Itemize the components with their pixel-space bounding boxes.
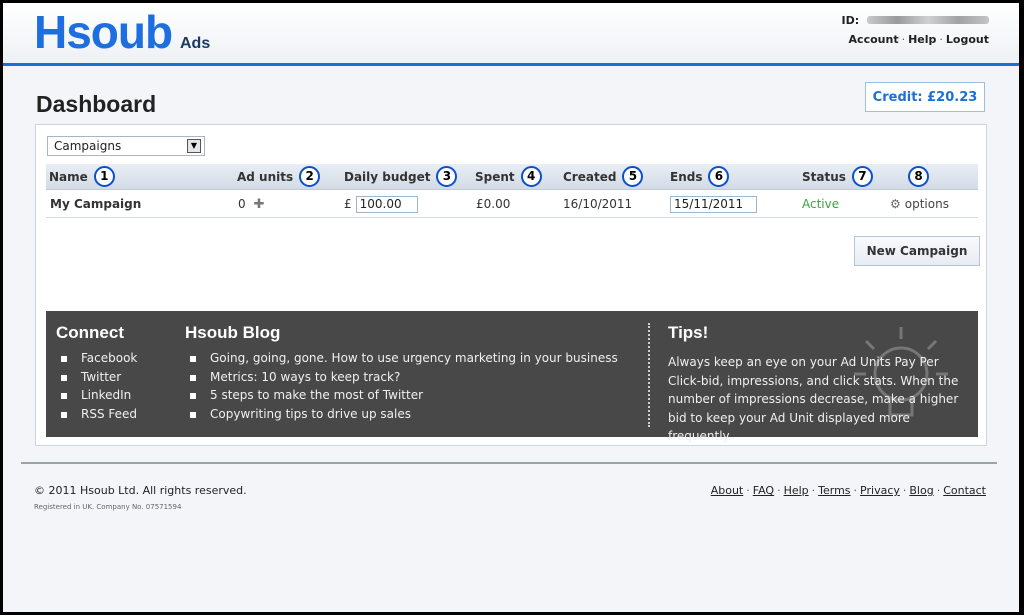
options-link[interactable]: ⚙ options (890, 191, 949, 217)
logo-main-text: Hsoub (34, 6, 173, 58)
logo-sub-text: Ads (180, 35, 211, 52)
page-frame: Hsoub Ads ID: Account · Help · Logout Dashbo… (3, 3, 1019, 612)
column-header-name[interactable]: Name 1 (49, 164, 115, 189)
footer-links: About · FAQ · Help · Terms · Privacy · Blog · Contac… (710, 484, 986, 497)
list-item: Facebook (56, 349, 137, 368)
callout-badge: 6 (708, 166, 730, 187)
info-panel: Connect Facebook Twitter LinkedIn RSS Fe… (46, 311, 978, 443)
gear-icon: ⚙ (890, 197, 901, 211)
callout-badge: 3 (436, 166, 458, 187)
table-header: Name 1 Ad units 2 Daily budget 3 Spent 4 Cre… (46, 164, 978, 190)
header: Hsoub Ads ID: Account · Help · Logout (3, 3, 1019, 66)
callout-badge: 1 (93, 166, 115, 187)
user-id-redacted (867, 16, 989, 24)
footer-link-about[interactable]: About (711, 484, 744, 497)
blog-post-link[interactable]: Copywriting tips to drive up sales (210, 407, 411, 421)
connect-list: Facebook Twitter LinkedIn RSS Feed (56, 349, 137, 423)
column-header-created[interactable]: Created 5 (563, 164, 644, 189)
ends-date-input[interactable] (670, 195, 757, 213)
column-header-ends[interactable]: Ends 6 (670, 164, 730, 189)
callout-badge: 7 (851, 166, 873, 187)
column-header-spent[interactable]: Spent 4 (475, 164, 542, 189)
table-row[interactable]: My Campaign 0 ✚ £ £0.00 16/10/2011 Activ… (46, 191, 978, 218)
list-item: Copywriting tips to drive up sales (185, 405, 618, 424)
ad-units-cell: 0 ✚ (238, 191, 265, 217)
ad-units-count: 0 (238, 197, 246, 211)
options-label: options (904, 197, 949, 211)
footer-link-blog[interactable]: Blog (909, 484, 933, 497)
main-panel: Campaigns ▼ Name 1 Ad units 2 Daily budget… (35, 124, 987, 446)
blog-post-link[interactable]: 5 steps to make the most of Twitter (210, 388, 423, 402)
spent-cell: £0.00 (476, 197, 511, 211)
callout-badge: 4 (520, 166, 542, 187)
list-item: LinkedIn (56, 386, 137, 405)
logout-link[interactable]: Logout (946, 33, 989, 46)
list-item: Twitter (56, 368, 137, 387)
campaign-select-value: Campaigns (54, 139, 122, 153)
footer-link-privacy[interactable]: Privacy (860, 484, 900, 497)
column-header-ad-units[interactable]: Ad units 2 (237, 164, 321, 189)
new-campaign-button[interactable]: New Campaign (854, 236, 980, 266)
tips-heading: Tips! (668, 323, 709, 342)
blog-post-link[interactable]: Metrics: 10 ways to keep track? (210, 370, 400, 384)
page-title: Dashboard (36, 91, 157, 117)
status-badge: Active (802, 197, 840, 211)
ends-cell (670, 191, 757, 217)
tips-text: Always keep an eye on your Ad Units Pay … (668, 355, 959, 443)
user-id-row: ID: (842, 13, 989, 27)
chevron-down-icon[interactable]: ▼ (187, 139, 201, 153)
blog-list: Going, going, gone. How to use urgency m… (185, 349, 618, 423)
daily-budget-input[interactable] (355, 195, 418, 213)
user-id-label: ID: (841, 13, 860, 27)
footer-link-terms[interactable]: Terms (818, 484, 850, 497)
credit-badge[interactable]: Credit: £20.23 (865, 82, 985, 112)
linkedin-link[interactable]: LinkedIn (81, 388, 131, 402)
list-item: RSS Feed (56, 405, 137, 424)
footer-divider (21, 462, 997, 464)
campaign-name[interactable]: My Campaign (50, 191, 141, 217)
footer-link-faq[interactable]: FAQ (753, 484, 774, 497)
footer-link-help[interactable]: Help (784, 484, 809, 497)
registration-text: Registered in UK. Company No. 07571594 (34, 503, 182, 511)
callout-badge: 2 (299, 166, 321, 187)
column-header-options: 8 (902, 164, 929, 189)
account-links: Account · Help · Logout (848, 32, 989, 46)
column-header-daily-budget[interactable]: Daily budget 3 (344, 164, 458, 189)
callout-badge: 8 (908, 166, 929, 187)
currency-symbol: £ (344, 197, 352, 211)
twitter-link[interactable]: Twitter (81, 370, 121, 384)
callout-badge: 5 (622, 166, 644, 187)
user-box: ID: Account · Help · Logout (842, 13, 989, 46)
rss-feed-link[interactable]: RSS Feed (81, 407, 137, 421)
column-header-status[interactable]: Status 7 (802, 164, 873, 189)
copyright-text: © 2011 Hsoub Ltd. All rights reserved. (34, 484, 247, 497)
blog-heading: Hsoub Blog (185, 323, 281, 342)
list-item: 5 steps to make the most of Twitter (185, 386, 618, 405)
list-item: Metrics: 10 ways to keep track? (185, 368, 618, 387)
footer-link-contact[interactable]: Contact (943, 484, 986, 497)
account-link[interactable]: Account (849, 33, 899, 46)
add-ad-unit-icon[interactable]: ✚ (254, 197, 265, 212)
blog-post-link[interactable]: Going, going, gone. How to use urgency m… (210, 351, 618, 365)
campaign-select[interactable]: Campaigns ▼ (47, 136, 205, 156)
help-link[interactable]: Help (908, 33, 936, 46)
connect-heading: Connect (56, 323, 124, 342)
divider (648, 323, 650, 427)
created-cell: 16/10/2011 (563, 197, 633, 211)
list-item: Going, going, gone. How to use urgency m… (185, 349, 618, 368)
daily-budget-cell: £ (344, 191, 418, 217)
facebook-link[interactable]: Facebook (81, 351, 137, 365)
